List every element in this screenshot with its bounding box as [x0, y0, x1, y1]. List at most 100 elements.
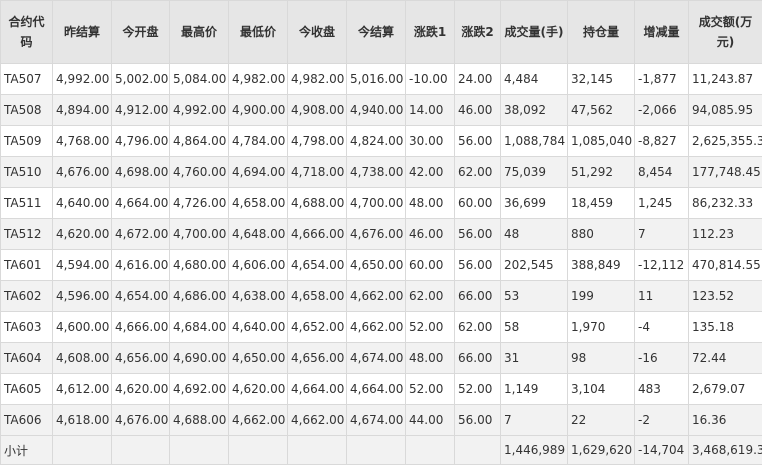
total-cell-prev-settle	[53, 436, 112, 465]
cell-change2: 66.00	[455, 343, 501, 374]
cell-low: 4,620.00	[229, 374, 288, 405]
cell-change1: 62.00	[406, 281, 455, 312]
cell-turnover: 72.44	[689, 343, 762, 374]
cell-change2: 46.00	[455, 95, 501, 126]
cell-contract: TA508	[1, 95, 53, 126]
cell-turnover: 123.52	[689, 281, 762, 312]
cell-high: 4,684.00	[170, 312, 229, 343]
cell-oi-change: -12,112	[635, 250, 689, 281]
table-header-row: 合约代码 昨结算 今开盘 最高价 最低价 今收盘 今结算 涨跌1 涨跌2 成交量…	[1, 1, 762, 64]
cell-change1: 52.00	[406, 374, 455, 405]
cell-change1: 42.00	[406, 157, 455, 188]
table-row: TA6034,600.004,666.004,684.004,640.004,6…	[1, 312, 762, 343]
cell-contract: TA606	[1, 405, 53, 436]
cell-high: 5,084.00	[170, 64, 229, 95]
total-cell-turnover: 3,468,619.32	[689, 436, 762, 465]
cell-change1: -10.00	[406, 64, 455, 95]
cell-contract: TA602	[1, 281, 53, 312]
cell-volume: 38,092	[501, 95, 568, 126]
cell-change2: 52.00	[455, 374, 501, 405]
cell-turnover: 135.18	[689, 312, 762, 343]
cell-low: 4,982.00	[229, 64, 288, 95]
total-cell-volume: 1,446,989	[501, 436, 568, 465]
cell-settle: 4,664.00	[347, 374, 406, 405]
cell-close: 4,654.00	[288, 250, 347, 281]
cell-high: 4,690.00	[170, 343, 229, 374]
cell-low: 4,900.00	[229, 95, 288, 126]
cell-settle: 4,650.00	[347, 250, 406, 281]
cell-prev-settle: 4,600.00	[53, 312, 112, 343]
cell-low: 4,650.00	[229, 343, 288, 374]
cell-prev-settle: 4,676.00	[53, 157, 112, 188]
cell-turnover: 16.36	[689, 405, 762, 436]
cell-open-interest: 47,562	[568, 95, 635, 126]
cell-change2: 56.00	[455, 405, 501, 436]
column-header-contract: 合约代码	[1, 1, 53, 64]
cell-settle: 4,738.00	[347, 157, 406, 188]
table-row: TA5114,640.004,664.004,726.004,658.004,6…	[1, 188, 762, 219]
table-row: TA5074,992.005,002.005,084.004,982.004,9…	[1, 64, 762, 95]
cell-contract: TA603	[1, 312, 53, 343]
table-total-row: 小计1,446,9891,629,620-14,7043,468,619.32	[1, 436, 762, 465]
cell-contract: TA507	[1, 64, 53, 95]
cell-prev-settle: 4,618.00	[53, 405, 112, 436]
cell-turnover: 2,679.07	[689, 374, 762, 405]
cell-oi-change: 11	[635, 281, 689, 312]
cell-volume: 36,699	[501, 188, 568, 219]
cell-prev-settle: 4,608.00	[53, 343, 112, 374]
table-row: TA5084,894.004,912.004,992.004,900.004,9…	[1, 95, 762, 126]
cell-prev-settle: 4,620.00	[53, 219, 112, 250]
cell-low: 4,638.00	[229, 281, 288, 312]
cell-low: 4,606.00	[229, 250, 288, 281]
cell-high: 4,864.00	[170, 126, 229, 157]
table-row: TA6024,596.004,654.004,686.004,638.004,6…	[1, 281, 762, 312]
cell-prev-settle: 4,640.00	[53, 188, 112, 219]
cell-settle: 5,016.00	[347, 64, 406, 95]
cell-oi-change: -2	[635, 405, 689, 436]
cell-change1: 30.00	[406, 126, 455, 157]
table-row: TA5104,676.004,698.004,760.004,694.004,7…	[1, 157, 762, 188]
cell-open: 4,620.00	[112, 374, 170, 405]
cell-oi-change: 483	[635, 374, 689, 405]
cell-low: 4,694.00	[229, 157, 288, 188]
cell-close: 4,798.00	[288, 126, 347, 157]
cell-settle: 4,674.00	[347, 405, 406, 436]
cell-open-interest: 880	[568, 219, 635, 250]
cell-prev-settle: 4,992.00	[53, 64, 112, 95]
cell-settle: 4,676.00	[347, 219, 406, 250]
cell-change1: 60.00	[406, 250, 455, 281]
cell-volume: 202,545	[501, 250, 568, 281]
cell-open: 4,616.00	[112, 250, 170, 281]
cell-oi-change: -16	[635, 343, 689, 374]
cell-settle: 4,940.00	[347, 95, 406, 126]
cell-turnover: 2,625,355.39	[689, 126, 762, 157]
column-header-oi-change: 增减量	[635, 1, 689, 64]
column-header-low: 最低价	[229, 1, 288, 64]
cell-settle: 4,824.00	[347, 126, 406, 157]
cell-turnover: 86,232.33	[689, 188, 762, 219]
futures-quote-table: 合约代码 昨结算 今开盘 最高价 最低价 今收盘 今结算 涨跌1 涨跌2 成交量…	[0, 0, 762, 465]
cell-high: 4,700.00	[170, 219, 229, 250]
cell-close: 4,656.00	[288, 343, 347, 374]
total-cell-open-interest: 1,629,620	[568, 436, 635, 465]
cell-change2: 66.00	[455, 281, 501, 312]
cell-close: 4,666.00	[288, 219, 347, 250]
column-header-settle: 今结算	[347, 1, 406, 64]
cell-volume: 1,088,784	[501, 126, 568, 157]
cell-contract: TA605	[1, 374, 53, 405]
cell-contract: TA601	[1, 250, 53, 281]
cell-open: 4,654.00	[112, 281, 170, 312]
cell-open-interest: 18,459	[568, 188, 635, 219]
column-header-change1: 涨跌1	[406, 1, 455, 64]
cell-contract: TA509	[1, 126, 53, 157]
total-cell-low	[229, 436, 288, 465]
cell-volume: 48	[501, 219, 568, 250]
total-cell-close	[288, 436, 347, 465]
total-cell-open	[112, 436, 170, 465]
cell-open: 4,698.00	[112, 157, 170, 188]
cell-prev-settle: 4,612.00	[53, 374, 112, 405]
cell-high: 4,680.00	[170, 250, 229, 281]
cell-change2: 24.00	[455, 64, 501, 95]
cell-prev-settle: 4,594.00	[53, 250, 112, 281]
cell-contract: TA511	[1, 188, 53, 219]
